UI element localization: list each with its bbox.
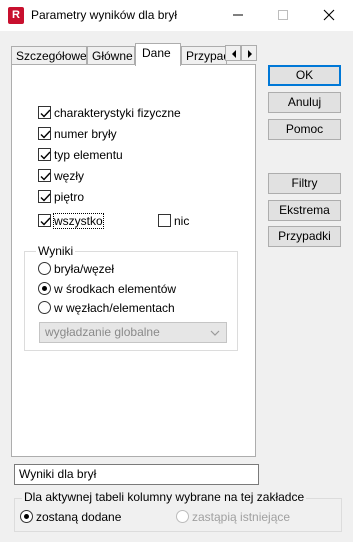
checkmark-icon: [40, 172, 51, 181]
checkbox-label: wszystko: [53, 213, 104, 229]
radio-label: zastąpią istniejące: [192, 510, 291, 524]
tab-glowne[interactable]: Główne: [87, 46, 135, 66]
title-bar: R Parametry wyników dla brył: [0, 0, 353, 31]
columns-group-title: Dla aktywnej tabeli kolumny wybrane na t…: [22, 490, 307, 504]
tab-dane[interactable]: Dane: [135, 43, 181, 66]
radio-circle[interactable]: [38, 262, 51, 275]
cancel-button[interactable]: Anuluj: [268, 92, 341, 113]
smoothing-select-value: wygładzanie globalne: [45, 325, 160, 339]
checkbox-box[interactable]: [38, 214, 51, 227]
checkbox-box[interactable]: [38, 169, 51, 182]
chevron-down-icon: [210, 330, 220, 336]
filters-button[interactable]: Filtry: [268, 173, 341, 194]
ok-button[interactable]: OK: [268, 65, 341, 86]
radio-label: bryła/węzeł: [54, 262, 115, 276]
radio-label: w środkach elementów: [54, 282, 177, 296]
radio-circle[interactable]: [20, 510, 33, 523]
maximize-button: [260, 0, 306, 31]
radio-w-srodkach-elementow[interactable]: w środkach elementów: [38, 282, 176, 298]
close-icon: [323, 9, 335, 21]
checkbox-pietro[interactable]: piętro: [38, 190, 84, 206]
radio-w-wezlach-elementach[interactable]: w węzłach/elementach: [38, 301, 175, 317]
checkbox-label: piętro: [54, 190, 85, 204]
arrow-left-icon: [232, 50, 236, 58]
cases-button[interactable]: Przypadki: [268, 226, 341, 247]
checkbox-charakterystyki[interactable]: charakterystyki fizyczne: [38, 106, 181, 122]
checkmark-icon: [40, 151, 51, 160]
minimize-button[interactable]: [215, 0, 261, 31]
window-title: Parametry wyników dla brył: [31, 8, 178, 22]
checkbox-wszystko[interactable]: wszystko: [38, 213, 104, 230]
checkmark-icon: [40, 217, 51, 226]
radio-circle[interactable]: [38, 301, 51, 314]
radio-circle[interactable]: [38, 282, 51, 295]
checkmark-icon: [40, 193, 51, 202]
checkbox-label: nic: [174, 214, 190, 228]
app-icon: R: [8, 7, 24, 24]
checkbox-wezly[interactable]: węzły: [38, 169, 84, 185]
checkmark-icon: [40, 109, 51, 118]
checkbox-label: charakterystyki fizyczne: [54, 106, 181, 120]
checkbox-box[interactable]: [38, 148, 51, 161]
radio-label: w węzłach/elementach: [54, 301, 175, 315]
table-name-field[interactable]: Wyniki dla brył: [14, 464, 259, 485]
help-button[interactable]: Pomoc: [268, 119, 341, 140]
arrow-right-icon: [248, 50, 252, 58]
minimize-icon: [233, 14, 243, 16]
radio-circle: [176, 510, 189, 523]
checkbox-label: węzły: [54, 169, 85, 183]
tab-scroll-left[interactable]: [225, 45, 241, 61]
checkbox-label: numer bryły: [54, 127, 117, 141]
checkbox-numer-bryly[interactable]: numer bryły: [38, 127, 117, 143]
smoothing-select: wygładzanie globalne: [39, 322, 227, 343]
results-group-title: Wyniki: [36, 244, 76, 258]
tab-przypadki[interactable]: Przypadki: [181, 46, 227, 66]
radio-label: zostaną dodane: [36, 510, 122, 524]
checkbox-label: typ elementu: [54, 148, 123, 162]
checkmark-icon: [40, 130, 51, 139]
maximize-icon: [278, 10, 288, 20]
radio-zastapia-istniejace: zastąpią istniejące: [176, 510, 290, 526]
checkbox-box[interactable]: [38, 127, 51, 140]
checkbox-box[interactable]: [38, 190, 51, 203]
checkbox-box[interactable]: [38, 106, 51, 119]
radio-zostana-dodane[interactable]: zostaną dodane: [20, 510, 121, 526]
checkbox-nic[interactable]: nic: [158, 214, 189, 230]
extremes-button[interactable]: Ekstrema: [268, 200, 341, 221]
checkbox-box[interactable]: [158, 214, 171, 227]
tab-scroll-right[interactable]: [241, 45, 257, 61]
checkbox-typ-elementu[interactable]: typ elementu: [38, 148, 123, 164]
tab-strip: Szczegółowe Główne Dane Przypadki: [11, 43, 257, 66]
close-button[interactable]: [306, 0, 352, 31]
radio-bryla-wezel[interactable]: bryła/węzeł: [38, 262, 114, 278]
tab-szczegolowe[interactable]: Szczegółowe: [11, 46, 87, 66]
